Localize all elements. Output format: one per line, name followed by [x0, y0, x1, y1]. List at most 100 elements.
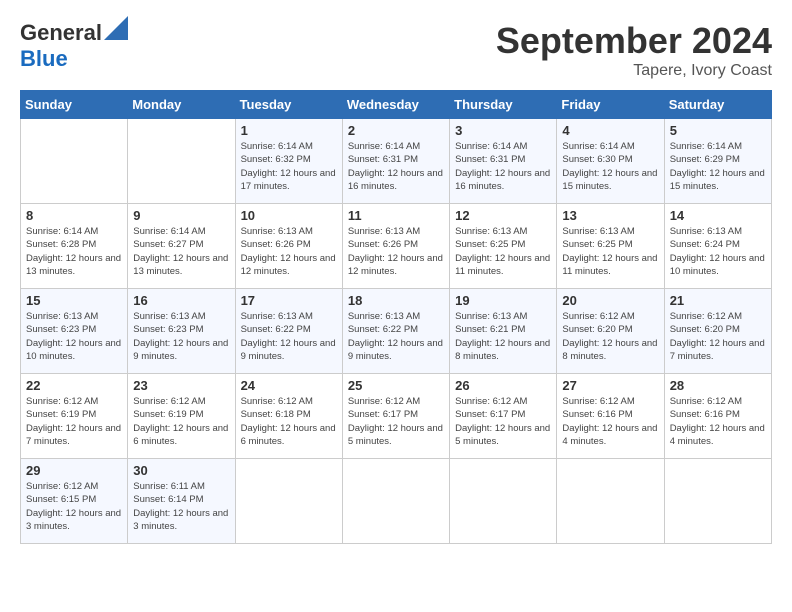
calendar-cell: 23 Sunrise: 6:12 AMSunset: 6:19 PMDayligh… — [128, 374, 235, 459]
day-header-wednesday: Wednesday — [342, 91, 449, 119]
day-number: 18 — [348, 293, 444, 308]
calendar-cell — [21, 119, 128, 204]
day-info: Sunrise: 6:14 AMSunset: 6:29 PMDaylight:… — [670, 140, 766, 193]
day-number: 3 — [455, 123, 551, 138]
day-info: Sunrise: 6:13 AMSunset: 6:23 PMDaylight:… — [133, 310, 229, 363]
calendar-cell: 15 Sunrise: 6:13 AMSunset: 6:23 PMDayligh… — [21, 289, 128, 374]
day-number: 24 — [241, 378, 337, 393]
day-number: 21 — [670, 293, 766, 308]
day-number: 5 — [670, 123, 766, 138]
day-number: 29 — [26, 463, 122, 478]
day-number: 19 — [455, 293, 551, 308]
header-row: SundayMondayTuesdayWednesdayThursdayFrid… — [21, 91, 772, 119]
day-info: Sunrise: 6:12 AMSunset: 6:19 PMDaylight:… — [133, 395, 229, 448]
day-number: 2 — [348, 123, 444, 138]
day-number: 10 — [241, 208, 337, 223]
calendar-cell: 25Sunrise: 6:12 AMSunset: 6:17 PMDayligh… — [342, 374, 449, 459]
day-number: 1 — [241, 123, 337, 138]
day-info: Sunrise: 6:14 AMSunset: 6:27 PMDaylight:… — [133, 225, 229, 278]
calendar-cell: 28 Sunrise: 6:12 AMSunset: 6:16 PMDayligh… — [664, 374, 771, 459]
calendar-cell — [128, 119, 235, 204]
day-number: 17 — [241, 293, 337, 308]
calendar-cell: 12 Sunrise: 6:13 AMSunset: 6:25 PMDayligh… — [450, 204, 557, 289]
day-number: 28 — [670, 378, 766, 393]
day-info: Sunrise: 6:14 AMSunset: 6:31 PMDaylight:… — [348, 140, 444, 193]
calendar-cell: 2 Sunrise: 6:14 AMSunset: 6:31 PMDaylight… — [342, 119, 449, 204]
calendar-cell — [450, 459, 557, 544]
calendar-cell: 11 Sunrise: 6:13 AMSunset: 6:26 PMDayligh… — [342, 204, 449, 289]
day-number: 12 — [455, 208, 551, 223]
calendar-cell: 20 Sunrise: 6:12 AMSunset: 6:20 PMDayligh… — [557, 289, 664, 374]
day-number: 26 — [455, 378, 551, 393]
day-number: 13 — [562, 208, 658, 223]
calendar-cell: 4 Sunrise: 6:14 AMSunset: 6:30 PMDaylight… — [557, 119, 664, 204]
day-info: Sunrise: 6:13 AMSunset: 6:21 PMDaylight:… — [455, 310, 551, 363]
day-number: 30 — [133, 463, 229, 478]
day-info: Sunrise: 6:13 AMSunset: 6:24 PMDaylight:… — [670, 225, 766, 278]
calendar-cell: 5 Sunrise: 6:14 AMSunset: 6:29 PMDaylight… — [664, 119, 771, 204]
calendar-cell: 9 Sunrise: 6:14 AMSunset: 6:27 PMDaylight… — [128, 204, 235, 289]
day-number: 8 — [26, 208, 122, 223]
day-info: Sunrise: 6:13 AMSunset: 6:23 PMDaylight:… — [26, 310, 122, 363]
day-info: Sunrise: 6:14 AMSunset: 6:31 PMDaylight:… — [455, 140, 551, 193]
calendar-cell: 10 Sunrise: 6:13 AMSunset: 6:26 PMDayligh… — [235, 204, 342, 289]
day-info: Sunrise: 6:13 AMSunset: 6:26 PMDaylight:… — [348, 225, 444, 278]
day-number: 15 — [26, 293, 122, 308]
calendar-cell: 18Sunrise: 6:13 AMSunset: 6:22 PMDayligh… — [342, 289, 449, 374]
day-info: Sunrise: 6:12 AMSunset: 6:20 PMDaylight:… — [562, 310, 658, 363]
day-header-friday: Friday — [557, 91, 664, 119]
day-number: 25 — [348, 378, 444, 393]
header: General Blue September 2024 Tapere, Ivor… — [20, 20, 772, 80]
day-header-saturday: Saturday — [664, 91, 771, 119]
calendar-cell: 13 Sunrise: 6:13 AMSunset: 6:25 PMDayligh… — [557, 204, 664, 289]
calendar-table: SundayMondayTuesdayWednesdayThursdayFrid… — [20, 90, 772, 544]
calendar-cell: 27 Sunrise: 6:12 AMSunset: 6:16 PMDayligh… — [557, 374, 664, 459]
logo-blue: Blue — [20, 46, 68, 71]
day-number: 20 — [562, 293, 658, 308]
calendar-cell: 3 Sunrise: 6:14 AMSunset: 6:31 PMDaylight… — [450, 119, 557, 204]
day-number: 16 — [133, 293, 229, 308]
day-info: Sunrise: 6:12 AMSunset: 6:17 PMDaylight:… — [455, 395, 551, 448]
day-number: 22 — [26, 378, 122, 393]
day-info: Sunrise: 6:13 AMSunset: 6:26 PMDaylight:… — [241, 225, 337, 278]
calendar-cell: 24 Sunrise: 6:12 AMSunset: 6:18 PMDayligh… — [235, 374, 342, 459]
day-number: 4 — [562, 123, 658, 138]
calendar-cell: 21Sunrise: 6:12 AMSunset: 6:20 PMDayligh… — [664, 289, 771, 374]
logo-text: General Blue — [20, 20, 128, 72]
calendar-cell — [557, 459, 664, 544]
day-header-monday: Monday — [128, 91, 235, 119]
day-header-tuesday: Tuesday — [235, 91, 342, 119]
day-number: 9 — [133, 208, 229, 223]
calendar-cell: 26 Sunrise: 6:12 AMSunset: 6:17 PMDayligh… — [450, 374, 557, 459]
day-info: Sunrise: 6:13 AMSunset: 6:25 PMDaylight:… — [562, 225, 658, 278]
calendar-cell — [664, 459, 771, 544]
month-title: September 2024 — [496, 20, 772, 62]
day-info: Sunrise: 6:13 AMSunset: 6:25 PMDaylight:… — [455, 225, 551, 278]
day-number: 27 — [562, 378, 658, 393]
day-info: Sunrise: 6:14 AMSunset: 6:30 PMDaylight:… — [562, 140, 658, 193]
calendar-cell: 8 Sunrise: 6:14 AMSunset: 6:28 PMDaylight… — [21, 204, 128, 289]
day-header-sunday: Sunday — [21, 91, 128, 119]
logo-icon — [104, 16, 128, 40]
calendar-cell: 30 Sunrise: 6:11 AMSunset: 6:14 PMDayligh… — [128, 459, 235, 544]
day-number: 23 — [133, 378, 229, 393]
calendar-cell: 17Sunrise: 6:13 AMSunset: 6:22 PMDayligh… — [235, 289, 342, 374]
day-info: Sunrise: 6:14 AMSunset: 6:28 PMDaylight:… — [26, 225, 122, 278]
calendar-cell: 19 Sunrise: 6:13 AMSunset: 6:21 PMDayligh… — [450, 289, 557, 374]
calendar-cell — [342, 459, 449, 544]
day-number: 11 — [348, 208, 444, 223]
day-info: Sunrise: 6:12 AMSunset: 6:16 PMDaylight:… — [670, 395, 766, 448]
day-header-thursday: Thursday — [450, 91, 557, 119]
day-info: Sunrise: 6:14 AMSunset: 6:32 PMDaylight:… — [241, 140, 337, 193]
day-info: Sunrise: 6:11 AMSunset: 6:14 PMDaylight:… — [133, 480, 229, 533]
day-info: Sunrise: 6:12 AMSunset: 6:16 PMDaylight:… — [562, 395, 658, 448]
week-row-4: 22 Sunrise: 6:12 AMSunset: 6:19 PMDayligh… — [21, 374, 772, 459]
logo-general: General — [20, 20, 102, 45]
calendar-cell: 22Sunrise: 6:12 AMSunset: 6:19 PMDayligh… — [21, 374, 128, 459]
day-info: Sunrise: 6:12 AMSunset: 6:18 PMDaylight:… — [241, 395, 337, 448]
title-area: September 2024 Tapere, Ivory Coast — [496, 20, 772, 80]
calendar-cell: 14Sunrise: 6:13 AMSunset: 6:24 PMDayligh… — [664, 204, 771, 289]
location-title: Tapere, Ivory Coast — [496, 62, 772, 80]
day-info: Sunrise: 6:12 AMSunset: 6:15 PMDaylight:… — [26, 480, 122, 533]
week-row-2: 8 Sunrise: 6:14 AMSunset: 6:28 PMDaylight… — [21, 204, 772, 289]
